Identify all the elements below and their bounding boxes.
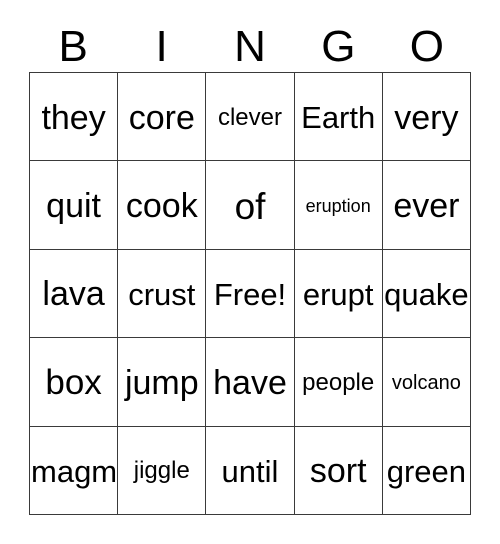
bingo-cell-label: crust [128,276,196,312]
bingo-cell-label: Earth [301,100,376,136]
bingo-cell-label: ever [393,187,460,226]
bingo-card: B I N G O they core clever Earth very qu… [0,0,500,544]
bingo-cell-label: of [234,185,266,227]
bingo-cell[interactable]: green [382,426,471,515]
bingo-cell[interactable]: jump [118,338,207,427]
bingo-cell[interactable]: cook [118,161,207,250]
bingo-cell[interactable]: clever [206,73,295,162]
bingo-cell-label: cook [125,187,198,226]
header-letter-i: I [155,22,168,71]
bingo-cell[interactable]: eruption [294,161,383,250]
bingo-cell[interactable]: until [206,426,295,515]
bingo-cell-label: they [41,98,106,137]
bingo-cell[interactable]: people [294,338,383,427]
bingo-cell[interactable]: jiggle [118,426,207,515]
bingo-cell-label: quit [46,187,101,226]
bingo-cell-free[interactable]: Free! [206,249,295,339]
header-letter-n: N [234,22,266,71]
header-letter-g: G [321,22,356,71]
bingo-cell-label: quake [384,276,469,312]
bingo-cell-label: core [128,98,195,137]
bingo-cell-label: lava [42,275,105,314]
bingo-cell[interactable]: crust [118,249,207,339]
bingo-cell-label: box [45,363,102,403]
header-letter-o: O [409,22,444,71]
bingo-cell-label: have [213,363,287,402]
bingo-cell-label: very [394,98,459,137]
bingo-cell-label: volcano [391,371,461,394]
bingo-cell-label: magma [31,453,118,489]
bingo-grid: they core clever Earth very quit cook of… [29,72,471,515]
bingo-cell-label: clever [217,103,282,131]
bingo-cell[interactable]: have [206,338,295,427]
bingo-cell[interactable]: volcano [382,338,471,427]
bingo-header-row: B I N G O [29,18,471,72]
bingo-cell-label: erupt [302,276,374,312]
bingo-cell-label: sort [309,452,367,491]
bingo-cell-label: Free! [213,276,287,312]
bingo-cell[interactable]: sort [294,426,383,515]
bingo-cell[interactable]: Earth [294,73,383,162]
bingo-cell-label: jiggle [133,457,190,485]
header-letter-b: B [58,22,88,71]
bingo-cell-label: jump [124,363,199,402]
bingo-cell[interactable]: erupt [294,249,383,339]
bingo-cell[interactable]: core [118,73,207,162]
bingo-cell[interactable]: very [382,73,471,162]
bingo-cell[interactable]: they [30,73,119,162]
bingo-cell[interactable]: box [30,338,119,427]
bingo-cell[interactable]: ever [382,161,471,250]
bingo-cell-label: eruption [305,196,371,217]
bingo-cell-label: until [221,453,279,489]
bingo-cell-label: people [302,368,375,396]
bingo-cell[interactable]: of [206,161,295,250]
bingo-cell-label: green [386,453,467,489]
bingo-cell[interactable]: magma [30,426,119,515]
bingo-cell[interactable]: quake [382,249,471,339]
bingo-cell[interactable]: lava [30,249,119,339]
bingo-cell[interactable]: quit [30,161,119,250]
